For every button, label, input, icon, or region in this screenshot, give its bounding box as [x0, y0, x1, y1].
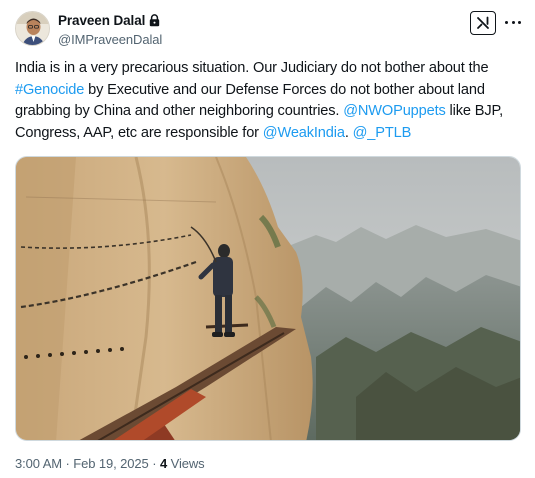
- tweet: Praveen Dalal @IMPraveenDalal India is i…: [0, 0, 535, 478]
- mention-link[interactable]: @_PTLB: [353, 125, 412, 141]
- more-icon[interactable]: [505, 14, 521, 30]
- more-dot: [505, 20, 508, 24]
- hashtag-link[interactable]: #Genocide: [15, 82, 84, 98]
- grok-icon[interactable]: [470, 11, 496, 35]
- tweet-meta: 3:00 AM · Feb 19, 2025 · 4 Views: [15, 456, 205, 471]
- views-count: 4: [159, 456, 168, 471]
- tweet-date[interactable]: Feb 19, 2025: [73, 456, 149, 471]
- author-names: Praveen Dalal @IMPraveenDalal: [58, 12, 162, 48]
- mention-link[interactable]: @NWOPuppets: [343, 103, 446, 119]
- tweet-time[interactable]: 3:00 AM: [15, 456, 62, 471]
- more-dot: [518, 20, 521, 24]
- views-label: Views: [170, 456, 205, 471]
- more-dot: [511, 20, 515, 24]
- meta-separator: ·: [65, 456, 70, 471]
- tweet-text: India is in a very precarious situation.…: [15, 58, 525, 144]
- author-display-name[interactable]: Praveen Dalal: [58, 13, 145, 28]
- meta-separator: ·: [152, 456, 157, 471]
- mention-link[interactable]: @WeakIndia: [263, 125, 345, 141]
- author-handle[interactable]: @IMPraveenDalal: [58, 32, 162, 47]
- tweet-header: Praveen Dalal @IMPraveenDalal: [15, 11, 521, 49]
- tweet-text-segment: India is in a very precarious situation.…: [15, 60, 489, 76]
- avatar[interactable]: [15, 11, 50, 46]
- tweet-text-segment: .: [344, 124, 353, 141]
- lock-icon: [149, 13, 160, 27]
- tweet-photo[interactable]: [15, 156, 521, 441]
- name-row: Praveen Dalal: [58, 12, 162, 28]
